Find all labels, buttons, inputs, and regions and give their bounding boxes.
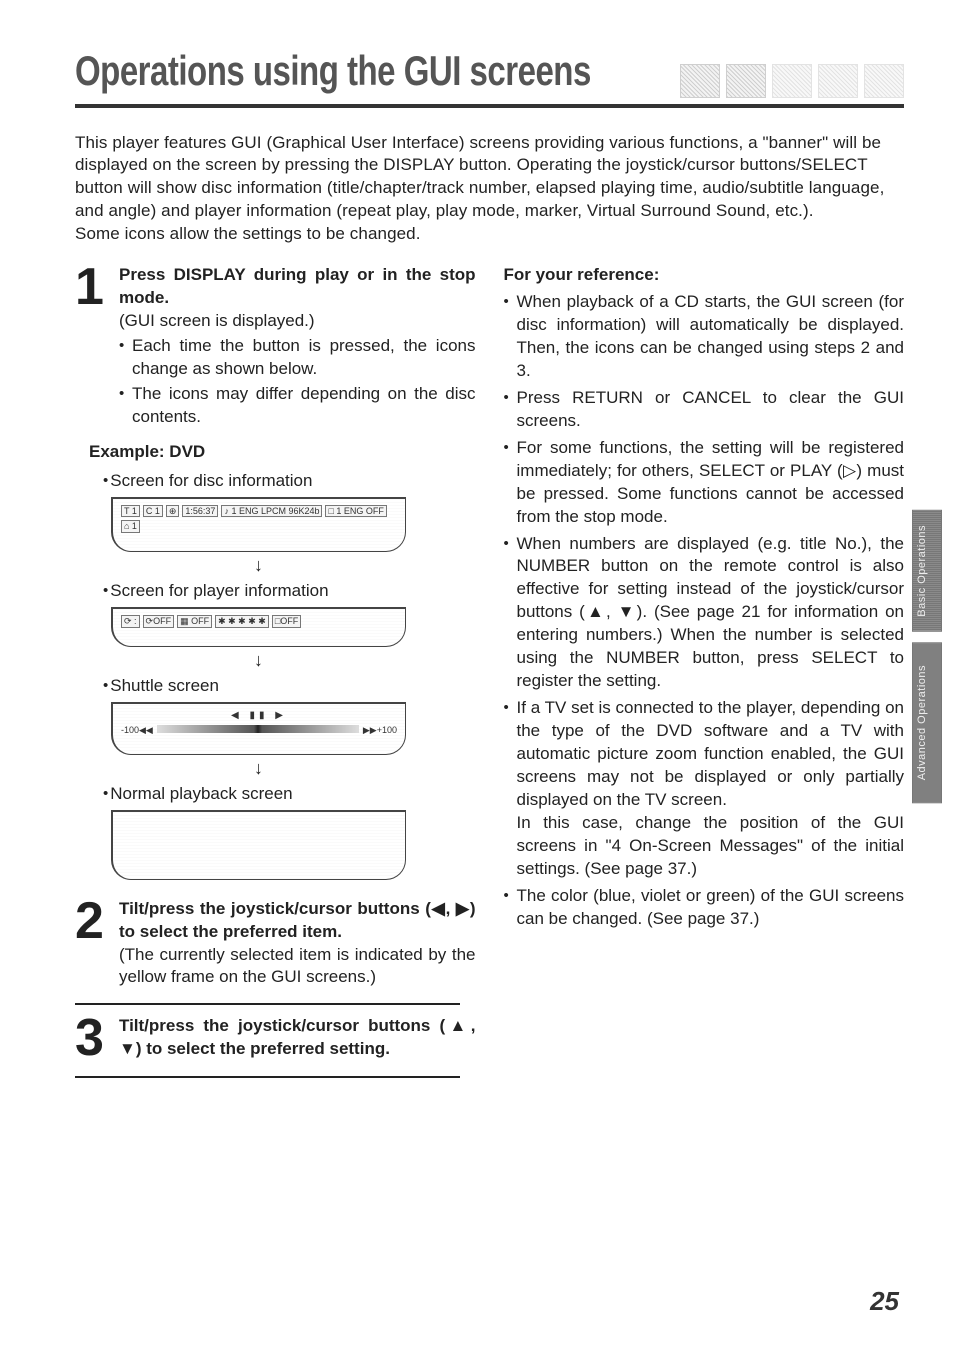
- chip: 1:56:37: [182, 505, 218, 518]
- divider: [75, 1076, 460, 1078]
- header-icon: [680, 64, 720, 98]
- screen-label: Screen for player information: [110, 581, 328, 600]
- bullet-icon: [103, 581, 108, 600]
- bullet-icon: [504, 437, 515, 529]
- intro-paragraph: This player features GUI (Graphical User…: [75, 132, 904, 224]
- bullet-icon: [119, 383, 130, 429]
- bullet-icon: [504, 533, 515, 694]
- step-title: Press DISPLAY during play or in the stop…: [119, 264, 476, 310]
- bullet-icon: [504, 291, 515, 383]
- intro-block: This player features GUI (Graphical User…: [75, 132, 904, 247]
- step-bullet: The icons may differ depending on the di…: [132, 383, 476, 429]
- page-header: Operations using the GUI screens: [75, 55, 904, 108]
- chip: □OFF: [272, 615, 301, 628]
- chip: ⟳ :: [121, 615, 140, 628]
- page-title: Operations using the GUI screens: [75, 44, 591, 100]
- chip: T 1: [121, 505, 140, 518]
- player-info-screenshot: ⟳ : ⟳OFF ▦ OFF ✱ ✱ ✱ ✱ ✱ □OFF: [111, 607, 406, 647]
- bullet-icon: [103, 676, 108, 695]
- step-subtext: (GUI screen is displayed.): [119, 310, 476, 333]
- reference-item: If a TV set is connected to the player, …: [517, 697, 905, 881]
- right-column: For your reference: When playback of a C…: [504, 264, 905, 1088]
- header-icon-strip: [680, 64, 904, 100]
- down-arrow-icon: ↓: [111, 651, 406, 669]
- header-icon: [726, 64, 766, 98]
- step-number: 2: [75, 898, 109, 990]
- chip: ⌂ 1: [121, 520, 140, 533]
- chip: □ 1 ENG OFF: [325, 505, 386, 518]
- shuttle-bar: [157, 725, 359, 733]
- side-tabs: Basic Operations Advanced Operations: [912, 510, 942, 803]
- screen-label: Screen for disc information: [110, 471, 312, 490]
- disc-info-chips: T 1 C 1 ⊕ 1:56:37 ♪ 1 ENG LPCM 96K24b □ …: [121, 505, 397, 534]
- chip: ▦ OFF: [177, 615, 212, 628]
- chip: ⊕: [166, 505, 180, 518]
- step-title: Tilt/press the joystick/cursor buttons (…: [119, 898, 476, 944]
- normal-playback-screenshot: [111, 810, 406, 880]
- step-3: 3 Tilt/press the joystick/cursor buttons…: [75, 1015, 476, 1062]
- intro-paragraph: Some icons allow the settings to be chan…: [75, 223, 904, 246]
- header-icon: [818, 64, 858, 98]
- chip: ⟳OFF: [143, 615, 175, 628]
- step-1: 1 Press DISPLAY during play or in the st…: [75, 264, 476, 429]
- bullet-icon: [103, 784, 108, 803]
- step-number: 1: [75, 264, 109, 429]
- page-number: 25: [870, 1284, 899, 1319]
- player-info-chips: ⟳ : ⟳OFF ▦ OFF ✱ ✱ ✱ ✱ ✱ □OFF: [121, 615, 397, 628]
- bullet-icon: [504, 697, 515, 881]
- bullet-icon: [504, 885, 515, 931]
- step-bullet: Each time the button is pressed, the ico…: [132, 335, 476, 381]
- shuttle-screenshot: ◀ ▮▮ ▶ -100◀◀ ▶▶+100: [111, 702, 406, 755]
- shuttle-row-top: ◀ ▮▮ ▶: [121, 710, 397, 722]
- bullet-icon: [504, 387, 515, 433]
- screen-label: Normal playback screen: [110, 784, 292, 803]
- reference-item-part: In this case, change the position of the…: [517, 813, 905, 878]
- reference-item-part: If a TV set is connected to the player, …: [517, 698, 905, 809]
- chip: ✱ ✱ ✱ ✱ ✱: [215, 615, 269, 628]
- divider: [75, 1003, 460, 1005]
- down-arrow-icon: ↓: [111, 556, 406, 574]
- reference-heading: For your reference:: [504, 264, 905, 287]
- shuttle-right: ▶▶+100: [363, 725, 397, 736]
- step-number: 3: [75, 1015, 109, 1062]
- side-tab-basic[interactable]: Basic Operations: [912, 510, 942, 632]
- example-heading: Example: DVD: [89, 441, 476, 464]
- reference-item: When playback of a CD starts, the GUI sc…: [517, 291, 905, 383]
- screen-label: Shuttle screen: [110, 676, 219, 695]
- left-column: 1 Press DISPLAY during play or in the st…: [75, 264, 476, 1088]
- chip: ♪ 1 ENG LPCM 96K24b: [221, 505, 322, 518]
- bullet-icon: [119, 335, 130, 381]
- step-2: 2 Tilt/press the joystick/cursor buttons…: [75, 898, 476, 990]
- side-tab-advanced[interactable]: Advanced Operations: [912, 642, 942, 803]
- step-title: Tilt/press the joystick/cursor buttons (…: [119, 1015, 476, 1061]
- down-arrow-icon: ↓: [111, 759, 406, 777]
- shuttle-left: -100◀◀: [121, 725, 153, 736]
- reference-item: Press RETURN or CANCEL to clear the GUI …: [517, 387, 905, 433]
- reference-item: When numbers are displayed (e.g. title N…: [517, 533, 905, 694]
- disc-info-screenshot: T 1 C 1 ⊕ 1:56:37 ♪ 1 ENG LPCM 96K24b □ …: [111, 497, 406, 553]
- reference-item: The color (blue, violet or green) of the…: [517, 885, 905, 931]
- content-columns: 1 Press DISPLAY during play or in the st…: [75, 264, 904, 1088]
- header-icon: [772, 64, 812, 98]
- step-subtext: (The currently selected item is indicate…: [119, 944, 476, 990]
- header-icon: [864, 64, 904, 98]
- chip: C 1: [143, 505, 163, 518]
- bullet-icon: [103, 471, 108, 490]
- reference-item: For some functions, the setting will be …: [517, 437, 905, 529]
